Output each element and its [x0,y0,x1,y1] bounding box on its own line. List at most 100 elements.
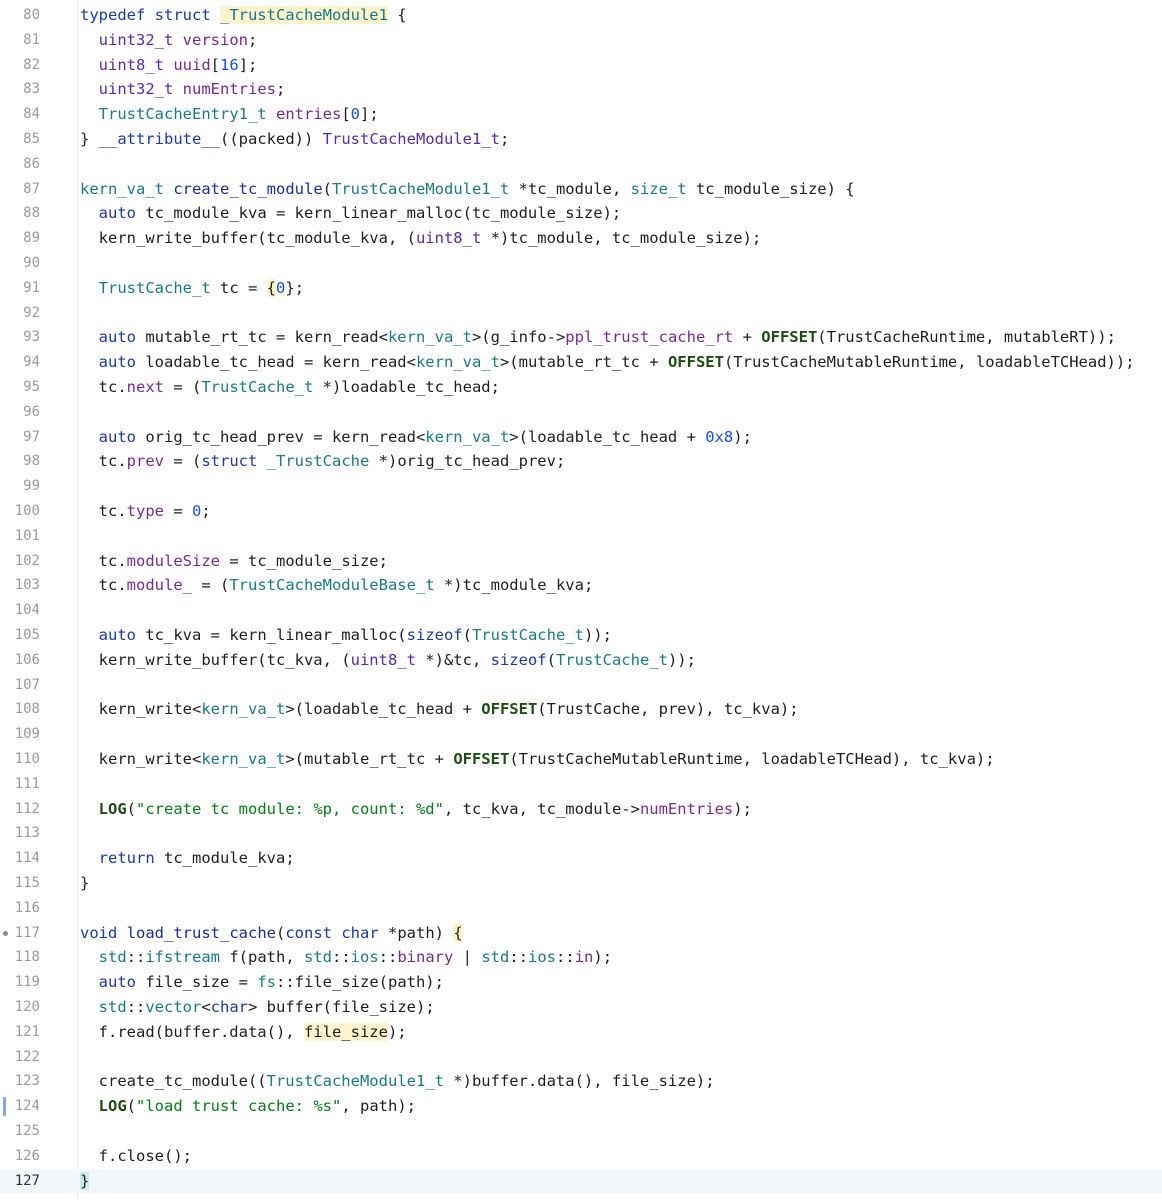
code-token: next [126,378,164,396]
code-token: OFFSET [667,353,724,372]
code-token: ; [276,80,286,99]
line-code: std::ifstream f(path, std::ios::binary |… [80,945,612,970]
line-code: void load_trust_cache(const char *path) … [80,921,463,946]
code-line[interactable]: 81 uint32_t version; [0,28,1162,53]
code-line[interactable]: 97 auto orig_tc_head_prev = kern_read<ke… [0,425,1162,450]
code-token: ); [733,427,752,446]
code-line[interactable]: 84 TrustCacheEntry1_t entries[0]; [0,102,1162,127]
code-line[interactable]: 114 return tc_module_kva; [0,846,1162,871]
code-line[interactable]: 123 create_tc_module((TrustCacheModule1_… [0,1069,1162,1094]
line-number: 112 [14,800,40,817]
code-token: kern_va_t [425,427,510,446]
code-line[interactable]: 110 kern_write<kern_va_t>(mutable_rt_tc … [0,747,1162,772]
code-token: (TrustCacheMutableRuntime, loadableTCHea… [509,750,995,768]
code-line[interactable]: 99 [0,474,1162,499]
line-code: f.close(); [80,1144,192,1169]
code-line[interactable]: 113 [0,821,1162,846]
code-line[interactable]: 83 uint32_t numEntries; [0,77,1162,102]
fold-dot-marker[interactable] [3,930,8,936]
code-line[interactable]: 80 typedef struct _TrustCacheModule1 { [0,3,1162,28]
code-token: tc. [80,452,127,471]
code-line[interactable]: 101 [0,524,1162,549]
code-line[interactable]: 107 [0,673,1162,698]
code-token: { [266,278,276,297]
code-token: = ( [192,576,230,595]
code-token: tc_module_kva; [154,849,295,868]
code-token: return [98,849,155,868]
code-line[interactable]: 108 kern_write<kern_va_t>(loadable_tc_he… [0,697,1162,722]
code-token: "create tc module: %p, count: %d" [136,799,444,818]
code-line[interactable]: 85} __attribute__((packed)) TrustCacheMo… [0,127,1162,152]
code-token: fs [257,973,276,992]
code-line[interactable]: 93 auto mutable_rt_tc = kern_read<kern_v… [0,325,1162,350]
code-token: :: [126,948,146,967]
code-line[interactable]: 122 [0,1045,1162,1070]
code-token: , path); [341,1097,416,1116]
code-line[interactable]: 103 tc.module_ = (TrustCacheModuleBase_t… [0,573,1162,598]
line-code: std::vector<char> buffer(file_size); [80,995,435,1020]
code-line[interactable]: 89 kern_write_buffer(tc_module_kva, (uin… [0,226,1162,251]
code-token: mutable_rt_tc = kern_read< [136,328,388,347]
code-line[interactable]: 111 [0,772,1162,797]
code-line[interactable]: 116 [0,896,1162,921]
code-token: in [574,948,594,967]
code-line[interactable]: 105 auto tc_kva = kern_linear_malloc(siz… [0,623,1162,648]
code-line[interactable]: 104 [0,598,1162,623]
code-line[interactable]: 115} [0,871,1162,896]
code-line[interactable]: 87 kern_va_t create_tc_module(TrustCacheM… [0,177,1162,202]
code-line[interactable]: 126 f.close(); [0,1144,1162,1169]
line-number: 106 [14,651,40,668]
code-token: >(g_info-> [471,328,566,347]
code-line[interactable]: 121 f.read(buffer.data(), file_size); [0,1020,1162,1045]
change-marker[interactable] [3,1097,6,1117]
line-number: 82 [23,56,40,73]
code-token: std [98,998,127,1016]
line-number: 88 [23,205,40,222]
code-token: ppl_trust_cache_rt [565,328,734,347]
code-line[interactable]: 102 tc.moduleSize = tc_module_size; [0,549,1162,574]
line-number: 121 [14,1023,40,1040]
code-line[interactable]: 95 tc.next = (TrustCache_t *)loadable_tc… [0,375,1162,400]
code-line[interactable]: 92 [0,301,1162,326]
code-line[interactable]: 86 [0,152,1162,177]
code-line[interactable]: 109 [0,722,1162,747]
code-line[interactable]: 82 uint8_t uuid[16]; [0,53,1162,78]
code-token: [ [341,105,351,124]
code-line[interactable]: 100 tc.type = 0; [0,499,1162,524]
code-token: std [304,948,332,967]
code-token: create_tc_module(( [80,1072,267,1091]
code-line[interactable]: 106 kern_write_buffer(tc_kva, (uint8_t *… [0,648,1162,673]
code-line[interactable]: 96 [0,400,1162,425]
code-token: *)&tc, [415,650,491,669]
code-line[interactable]: 90 [0,251,1162,276]
code-line[interactable]: 127} [0,1168,1162,1194]
line-code: auto mutable_rt_tc = kern_read<kern_va_t… [80,325,1116,350]
code-line[interactable]: 112 LOG("create tc module: %p, count: %d… [0,797,1162,822]
code-token: } [285,278,295,297]
code-line[interactable]: 88 auto tc_module_kva = kern_linear_mall… [0,201,1162,226]
code-line[interactable]: 117 void load_trust_cache(const char *pat… [0,921,1162,946]
code-line[interactable]: 124 LOG("load trust cache: %s", path); [0,1094,1162,1119]
code-token: > buffer(file_size); [248,998,435,1016]
line-code: kern_va_t create_tc_module(TrustCacheMod… [80,177,855,202]
code-line[interactable]: 118 std::ifstream f(path, std::ios::bina… [0,945,1162,970]
line-number: 119 [14,974,40,991]
line-number: 83 [23,81,40,98]
code-line[interactable]: 125 [0,1119,1162,1144]
code-line[interactable]: 94 auto loadable_tc_head = kern_read<ker… [0,350,1162,375]
line-number: 126 [14,1147,40,1164]
code-token: } [80,1171,90,1190]
code-line[interactable]: 119 auto file_size = fs::file_size(path)… [0,970,1162,995]
code-token: tc. [80,551,127,570]
code-token: version [182,30,248,49]
code-line[interactable]: 98 tc.prev = (struct _TrustCache *)orig_… [0,449,1162,474]
code-editor[interactable]: 80 typedef struct _TrustCacheModule1 {81 … [0,0,1162,1200]
code-token: typedef struct [80,6,220,24]
code-line[interactable]: 91 TrustCache_t tc = {0}; [0,276,1162,301]
code-line[interactable]: 120 std::vector<char> buffer(file_size); [0,995,1162,1020]
